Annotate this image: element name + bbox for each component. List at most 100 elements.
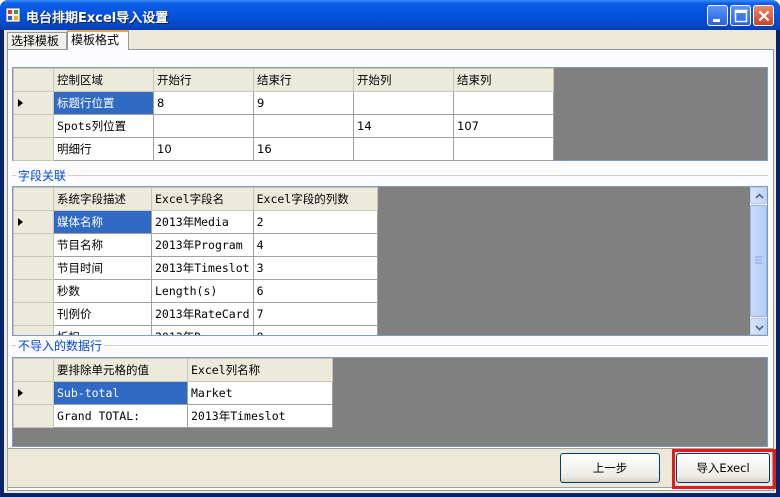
- tab-page-template-format: 控制区域 开始行 结束行 开始列 结束列 标题行位置 8 9 Spots列位置 …: [7, 49, 774, 491]
- grid-corner: [13, 358, 54, 382]
- table-row[interactable]: 秒数 Length(s) 6: [13, 279, 378, 303]
- current-row-arrow-icon: [18, 218, 23, 226]
- close-button[interactable]: [753, 5, 774, 26]
- table-row[interactable]: 节目时间 2013年Timeslot 3: [13, 256, 378, 280]
- current-row-arrow-icon: [18, 389, 23, 397]
- control-grid: 控制区域 开始行 结束行 开始列 结束列 标题行位置 8 9 Spots列位置 …: [12, 67, 768, 161]
- row-header[interactable]: [13, 302, 54, 326]
- row-header[interactable]: [13, 325, 54, 335]
- field-group-border: [12, 175, 768, 176]
- table-row[interactable]: 媒体名称 2013年Media 2: [13, 210, 378, 234]
- row-header[interactable]: [13, 114, 54, 138]
- row-header-current[interactable]: [13, 210, 54, 234]
- exclude-group-label: 不导入的数据行: [16, 337, 105, 354]
- table-cell[interactable]: [353, 91, 454, 115]
- table-cell[interactable]: Sub-total: [53, 381, 188, 405]
- row-header[interactable]: [13, 233, 54, 257]
- table-cell[interactable]: [453, 137, 554, 161]
- row-header-current[interactable]: [13, 91, 54, 115]
- table-cell[interactable]: 107: [453, 114, 554, 138]
- tab-select-template[interactable]: 选择模板: [7, 32, 67, 50]
- title-bar[interactable]: 电台排期Excel导入设置: [0, 0, 780, 30]
- row-header[interactable]: [13, 137, 54, 161]
- table-cell[interactable]: 6: [252, 279, 378, 303]
- field-grid-vertical-scrollbar[interactable]: [750, 187, 767, 335]
- table-cell[interactable]: 3: [252, 256, 378, 280]
- table-cell[interactable]: Spots列位置: [53, 114, 154, 138]
- minimize-button[interactable]: [707, 5, 728, 26]
- table-cell[interactable]: 2: [252, 210, 378, 234]
- table-row[interactable]: 明细行 10 16: [13, 137, 554, 161]
- column-header[interactable]: Excel字段名: [151, 187, 254, 211]
- grip-icon: [755, 256, 762, 264]
- previous-step-button[interactable]: 上一步: [560, 453, 660, 483]
- exclude-group-border: [12, 345, 768, 346]
- table-cell[interactable]: 2013年Timeslot: [187, 404, 333, 428]
- table-cell[interactable]: 8: [153, 91, 254, 115]
- table-cell[interactable]: 2013年Program: [151, 233, 254, 257]
- table-cell[interactable]: 9: [253, 91, 354, 115]
- table-cell[interactable]: 14: [353, 114, 454, 138]
- column-header[interactable]: 结束列: [453, 68, 554, 92]
- table-cell[interactable]: 2013年RateCard: [151, 302, 254, 326]
- table-cell[interactable]: Market: [187, 381, 333, 405]
- row-header-current[interactable]: [13, 381, 54, 405]
- table-cell[interactable]: Length(s): [151, 279, 254, 303]
- row-header[interactable]: [13, 256, 54, 280]
- table-cell[interactable]: 刊例价: [53, 302, 152, 326]
- table-cell[interactable]: Grand TOTAL:: [53, 404, 188, 428]
- column-header[interactable]: 要排除单元格的值: [53, 358, 188, 382]
- table-cell[interactable]: 2013年D: [151, 325, 254, 335]
- maximize-button[interactable]: [730, 5, 751, 26]
- table-cell[interactable]: 10: [153, 137, 254, 161]
- table-cell[interactable]: 16: [253, 137, 354, 161]
- table-cell[interactable]: 折扣: [53, 325, 152, 335]
- table-cell[interactable]: 8: [252, 325, 378, 335]
- row-header[interactable]: [13, 404, 54, 428]
- table-cell[interactable]: 节目时间: [53, 256, 152, 280]
- table-cell[interactable]: 标题行位置: [53, 91, 154, 115]
- column-header[interactable]: Excel字段的列数: [252, 187, 378, 211]
- table-row[interactable]: 标题行位置 8 9: [13, 91, 554, 115]
- close-icon: [758, 10, 770, 22]
- table-cell[interactable]: 2013年Media: [151, 210, 254, 234]
- tab-strip: 选择模板 模板格式: [4, 30, 776, 50]
- table-cell[interactable]: [353, 137, 454, 161]
- table-cell[interactable]: 7: [252, 302, 378, 326]
- table-row[interactable]: Spots列位置 14 107: [13, 114, 554, 138]
- table-row[interactable]: Grand TOTAL: 2013年Timeslot: [13, 404, 333, 428]
- table-row[interactable]: Sub-total Market: [13, 381, 333, 405]
- row-header[interactable]: [13, 279, 54, 303]
- exclude-grid-header-row: 要排除单元格的值 Excel列名称: [13, 358, 333, 382]
- grid-corner: [13, 187, 54, 211]
- table-cell[interactable]: [153, 114, 254, 138]
- field-grid-header-row: 系统字段描述 Excel字段名 Excel字段的列数: [13, 187, 378, 211]
- table-cell[interactable]: [253, 114, 354, 138]
- table-cell[interactable]: 媒体名称: [53, 210, 152, 234]
- app-icon: [6, 8, 20, 22]
- button-panel: 上一步 导入Execl: [7, 448, 776, 489]
- tab-template-format[interactable]: 模板格式: [67, 30, 129, 50]
- table-row[interactable]: 节目名称 2013年Program 4: [13, 233, 378, 257]
- column-header[interactable]: 系统字段描述: [53, 187, 152, 211]
- table-cell[interactable]: 秒数: [53, 279, 152, 303]
- table-cell[interactable]: 2013年Timeslot: [151, 256, 254, 280]
- table-cell[interactable]: 节目名称: [53, 233, 152, 257]
- table-cell[interactable]: 4: [252, 233, 378, 257]
- field-grid: 系统字段描述 Excel字段名 Excel字段的列数 媒体名称 2013年Med…: [12, 186, 768, 336]
- app-window: 电台排期Excel导入设置 选择模板 模板格式 控制区域 开始行 结束行 开始列…: [0, 0, 780, 497]
- table-cell[interactable]: 明细行: [53, 137, 154, 161]
- column-header[interactable]: Excel列名称: [187, 358, 333, 382]
- scroll-down-button[interactable]: [750, 318, 767, 335]
- table-row[interactable]: 刊例价 2013年RateCard 7: [13, 302, 378, 326]
- scroll-up-button[interactable]: [750, 187, 767, 204]
- column-header[interactable]: 开始行: [153, 68, 254, 92]
- column-header[interactable]: 控制区域: [53, 68, 154, 92]
- scroll-thumb[interactable]: [750, 205, 767, 317]
- table-row[interactable]: 折扣 2013年D 8: [13, 325, 378, 335]
- maximize-icon: [734, 9, 748, 23]
- column-header[interactable]: 开始列: [353, 68, 454, 92]
- table-cell[interactable]: [453, 91, 554, 115]
- column-header[interactable]: 结束行: [253, 68, 354, 92]
- exclude-grid: 要排除单元格的值 Excel列名称 Sub-total Market Grand…: [12, 357, 768, 447]
